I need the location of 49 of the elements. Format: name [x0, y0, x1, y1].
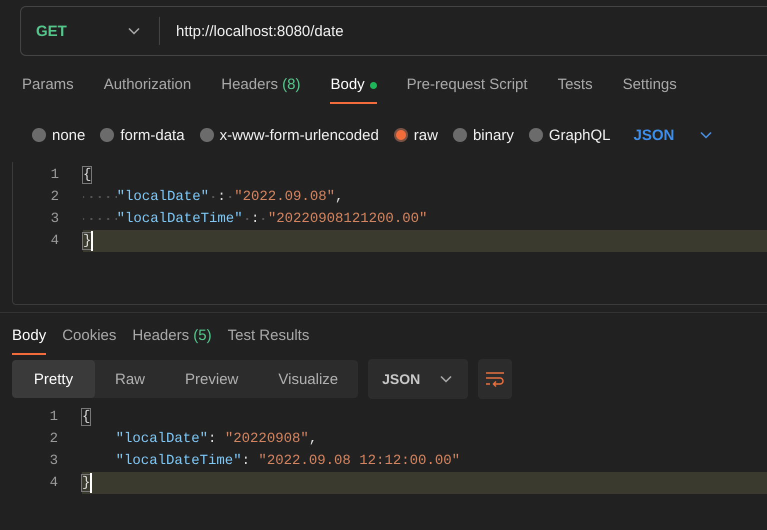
request-tab[interactable]: Params	[22, 74, 74, 102]
code-line: {	[83, 166, 92, 185]
code-line: "localDateTime": "2022.09.08 12:12:00.00"	[114, 452, 462, 471]
wrap-lines-icon	[485, 371, 506, 387]
body-type-radio[interactable]: GraphQL	[528, 126, 611, 144]
response-tab[interactable]: Cookies	[62, 325, 116, 353]
response-tab[interactable]: Body	[12, 325, 46, 355]
request-tab[interactable]: Settings	[622, 74, 677, 102]
method-dropdown[interactable]: GET	[20, 6, 160, 56]
request-tab[interactable]: Headers (8)	[221, 74, 300, 102]
radio-label: none	[52, 126, 86, 144]
response-tab[interactable]: Test Results	[228, 325, 310, 353]
body-type-radio[interactable]: binary	[452, 126, 514, 144]
wrap-lines-button[interactable]	[478, 359, 512, 399]
line-number: 1	[48, 409, 59, 425]
radio-label: binary	[472, 126, 514, 144]
format-dropdown[interactable]: JSON	[634, 126, 712, 144]
format-dropdown[interactable]: JSON	[368, 359, 468, 399]
code-editor[interactable]: 1 { 2 "localDate" : "2022.09.08", 3 "localDateTime" : "20220908121200.00" 4 }	[12, 162, 767, 305]
radio-label: raw	[414, 126, 438, 144]
view-mode-button[interactable]: Visualize	[258, 360, 358, 398]
line-number: 4	[50, 233, 60, 249]
line-number: 1	[50, 167, 60, 183]
body-type-radio[interactable]: raw	[394, 126, 438, 144]
url-field[interactable]: http://localhost:8080/date	[160, 6, 767, 56]
view-mode-button[interactable]: Preview	[165, 360, 258, 398]
line-number: 2	[48, 431, 59, 447]
response-tab[interactable]: Headers (5)	[132, 325, 212, 353]
request-tab[interactable]: Authorization	[104, 74, 192, 102]
request-tab[interactable]: Tests	[558, 74, 593, 102]
request-tab[interactable]: Pre-request Script	[406, 74, 528, 102]
radio-label: form-data	[120, 126, 185, 144]
code-line: "localDate" : "2022.09.08",	[83, 186, 767, 208]
line-number: 3	[50, 211, 60, 227]
code-line: "localDate": "20220908",	[114, 430, 318, 449]
code-line: {	[82, 408, 92, 427]
view-mode-button[interactable]: Raw	[95, 360, 166, 398]
body-type-radio[interactable]: none	[32, 126, 86, 144]
chevron-down-icon	[700, 131, 712, 139]
line-number: 2	[50, 189, 60, 205]
line-number: 4	[48, 475, 59, 491]
body-type-radio[interactable]: form-data	[100, 126, 185, 144]
line-number: 3	[48, 453, 59, 469]
chevron-down-icon	[128, 27, 140, 35]
chevron-down-icon	[440, 375, 452, 383]
radio-label: GraphQL	[548, 126, 611, 144]
code-line: "localDateTime" : "20220908121200.00"	[83, 208, 767, 230]
view-mode-button[interactable]: Pretty	[12, 360, 95, 398]
request-tab[interactable]: Body	[330, 74, 377, 104]
